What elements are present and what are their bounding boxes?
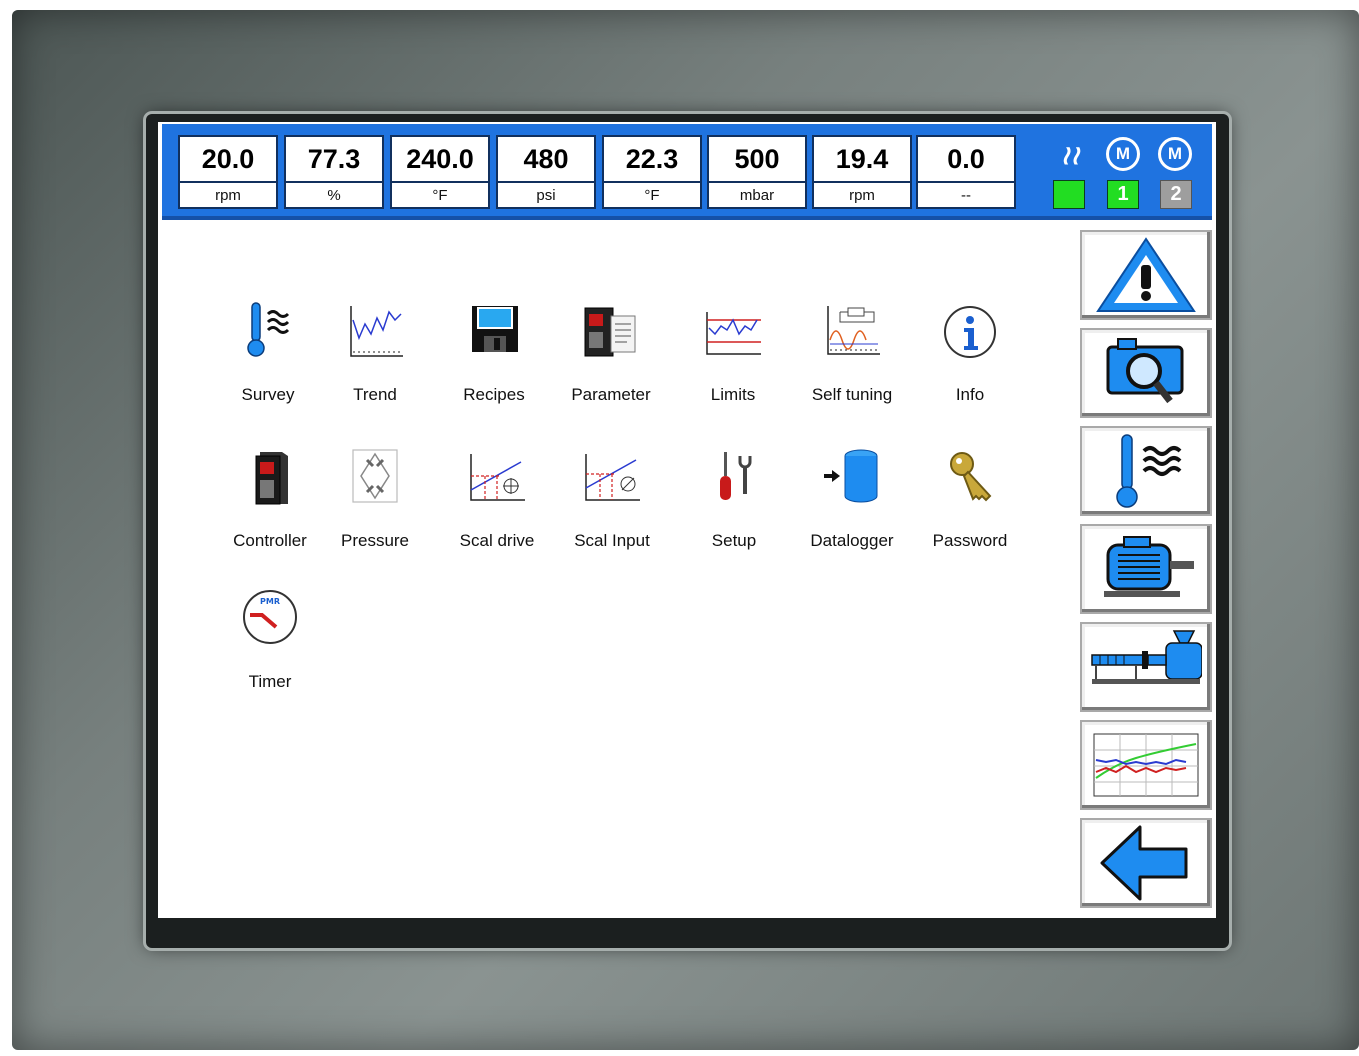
menu-scal-drive-label: Scal drive — [459, 531, 535, 550]
menu-survey-label: Survey — [241, 385, 295, 404]
timer-icon: PMR — [243, 590, 297, 644]
gauge-value: 480 — [498, 137, 594, 183]
motor-1-status-indicator: 1 — [1107, 180, 1139, 209]
thermometer-icon — [1116, 434, 1182, 508]
scale-input-icon — [585, 454, 640, 501]
gauge-8[interactable]: 0.0 -- — [916, 135, 1016, 209]
menu-survey[interactable]: Survey — [208, 300, 328, 430]
trend-icon — [350, 306, 403, 357]
controller-parameter-icon — [584, 307, 636, 357]
menu-controller[interactable]: Controller — [210, 446, 330, 576]
menu-parameter-label: Parameter — [571, 385, 651, 404]
back-button[interactable] — [1080, 818, 1212, 908]
datalogger-icon — [824, 449, 878, 503]
heating-status-indicator — [1053, 180, 1085, 209]
camera-zoom-icon — [1106, 338, 1184, 404]
thermometer-icon — [247, 302, 290, 357]
gauge-unit: % — [327, 187, 341, 204]
menu-self-tuning[interactable]: Self tuning — [792, 300, 912, 430]
menu-trend-label: Trend — [353, 385, 397, 404]
menu-self-tuning-label: Self tuning — [811, 385, 893, 404]
screwdriver-wrench-icon — [720, 452, 752, 500]
gauge-unit: rpm — [215, 187, 241, 204]
key-icon — [950, 452, 992, 502]
extruder-button[interactable] — [1080, 622, 1212, 712]
trend-chart-icon — [1093, 733, 1199, 797]
limits-icon — [706, 312, 761, 355]
info-icon — [944, 306, 996, 358]
gauge-unit: rpm — [849, 187, 875, 204]
gauge-1[interactable]: 20.0 rpm — [178, 135, 278, 209]
gauge-value: 240.0 — [392, 137, 488, 183]
extruder-icon — [1091, 630, 1202, 684]
gauge-7[interactable]: 19.4 rpm — [812, 135, 912, 209]
menu-limits-label: Limits — [710, 385, 756, 404]
menu-info-label: Info — [955, 385, 985, 404]
gauge-value: 0.0 — [918, 137, 1014, 183]
menu-setup-label: Setup — [711, 531, 757, 550]
menu-limits[interactable]: Limits — [673, 300, 793, 430]
menu-pressure[interactable]: Pressure — [315, 446, 435, 576]
menu-recipes-label: Recipes — [463, 385, 525, 404]
controller-icon — [255, 452, 288, 505]
gauge-unit: psi — [536, 187, 556, 204]
menu-password-label: Password — [932, 531, 1008, 550]
menu-pressure-label: Pressure — [340, 531, 410, 550]
gauge-unit: mbar — [739, 187, 775, 204]
temperature-button[interactable] — [1080, 426, 1212, 516]
menu-scal-drive[interactable]: Scal drive — [437, 446, 557, 576]
warning-icon — [1096, 237, 1196, 312]
menu-datalogger[interactable]: Datalogger — [792, 446, 912, 576]
drive-button[interactable] — [1080, 524, 1212, 614]
gauge-value: 77.3 — [286, 137, 382, 183]
menu-timer-label: Timer — [248, 672, 292, 691]
menu-info[interactable]: Info — [910, 300, 1030, 430]
gauge-unit: -- — [961, 187, 971, 204]
trend-chart-button[interactable] — [1080, 720, 1212, 810]
heating-icon: ≀≀ — [1060, 140, 1080, 170]
gauge-unit: °F — [432, 187, 448, 204]
floppy-disk-icon — [472, 306, 518, 352]
gauge-6[interactable]: 500 mbar — [707, 135, 807, 209]
menu-trend[interactable]: Trend — [315, 300, 435, 430]
motor-1-symbol: M — [1106, 137, 1140, 171]
motor-2-icon: M — [1158, 137, 1194, 173]
motor-1-icon: M — [1106, 137, 1142, 173]
menu-scal-input[interactable]: Scal Input — [552, 446, 672, 576]
gauge-value: 500 — [709, 137, 805, 183]
gauge-4[interactable]: 480 psi — [496, 135, 596, 209]
process-values-bar: 20.0 rpm 77.3% 240.0 °F 480 psi 22.3 °F 500 m… — [162, 124, 1212, 220]
scale-drive-icon — [470, 454, 525, 501]
menu-recipes[interactable]: Recipes — [434, 300, 554, 430]
menu-datalogger-label: Datalogger — [810, 531, 894, 550]
motor-2-symbol: M — [1158, 137, 1192, 171]
self-tuning-icon — [827, 306, 880, 355]
menu-password[interactable]: Password — [910, 446, 1030, 576]
motor-2-status-indicator: 2 — [1160, 180, 1192, 209]
menu-timer[interactable]: PMR Timer — [210, 587, 330, 717]
menu-setup[interactable]: Setup — [674, 446, 794, 576]
gauge-5[interactable]: 22.3 °F — [602, 135, 702, 209]
overview-zoom-button[interactable] — [1080, 328, 1212, 418]
motor-icon — [1104, 536, 1194, 597]
menu-parameter[interactable]: Parameter — [551, 300, 671, 430]
gauge-value: 19.4 — [814, 137, 910, 183]
hmi-screen: 20.0 rpm 77.3% 240.0 °F 480 psi 22.3 °F 500 m… — [158, 122, 1216, 918]
gauge-3[interactable]: 240.0 °F — [390, 135, 490, 209]
alarm-button[interactable] — [1080, 230, 1212, 320]
gauge-value: 20.0 — [180, 137, 276, 183]
back-arrow-icon — [1100, 825, 1188, 901]
gauge-value: 22.3 — [604, 137, 700, 183]
gauge-unit: °F — [644, 187, 660, 204]
menu-controller-label: Controller — [233, 531, 307, 550]
gauge-2[interactable]: 77.3% — [284, 135, 384, 209]
timer-icon-text: PMR — [260, 597, 280, 606]
pressure-bridge-icon — [352, 449, 398, 503]
menu-scal-input-label: Scal Input — [574, 531, 650, 550]
